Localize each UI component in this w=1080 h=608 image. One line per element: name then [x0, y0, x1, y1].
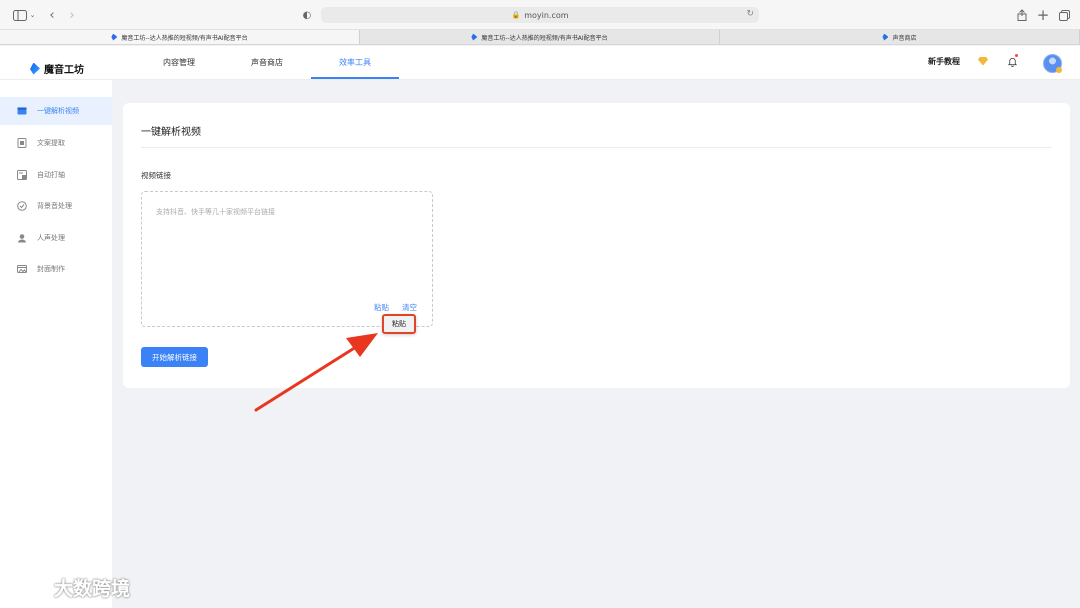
- avatar[interactable]: [1043, 54, 1062, 73]
- sidebar-item-label: 自动打轴: [37, 171, 65, 179]
- sidebar-item-cover-design[interactable]: 封面制作: [0, 255, 112, 283]
- back-icon[interactable]: ‹: [45, 6, 59, 24]
- video-icon: [17, 106, 27, 116]
- logo-text: 魔音工坊: [44, 65, 84, 76]
- clear-link[interactable]: 清空: [402, 302, 417, 313]
- divider: [141, 147, 1052, 148]
- music-icon: [17, 201, 27, 211]
- sidebar-item-label: 一键解析视频: [37, 107, 79, 115]
- new-tab-icon[interactable]: +: [1036, 6, 1050, 24]
- nav-item-content-management[interactable]: 内容管理: [135, 46, 223, 79]
- video-link-label: 视频链接: [141, 171, 171, 180]
- paste-context-menu-item[interactable]: 粘贴: [382, 314, 416, 334]
- sidebar-item-background-audio[interactable]: 背景音处理: [0, 192, 112, 220]
- privacy-shield-icon[interactable]: ◐: [300, 6, 314, 24]
- lock-icon: 🔒: [511, 11, 521, 19]
- url-text: moyin.com: [524, 10, 569, 20]
- browser-tab[interactable]: 魔音工坊--达人热推的短视频/有声书AI配音平台: [0, 30, 360, 44]
- start-parse-button[interactable]: 开始解析链接: [141, 347, 208, 367]
- paste-link[interactable]: 粘贴: [374, 302, 389, 313]
- sidebar-item-voice-processing[interactable]: 人声处理: [0, 224, 112, 252]
- timeline-icon: [17, 170, 27, 180]
- reload-icon[interactable]: ↻: [746, 9, 754, 19]
- app-logo[interactable]: 魔音工坊: [30, 61, 84, 76]
- nav-item-voice-store[interactable]: 声音商店: [223, 46, 311, 79]
- sidebar-item-label: 封面制作: [37, 265, 65, 273]
- browser-tab-bar: 魔音工坊--达人热推的短视频/有声书AI配音平台 魔音工坊--达人热推的短视频/…: [0, 30, 1080, 45]
- share-icon[interactable]: [1015, 6, 1029, 24]
- browser-tab[interactable]: 声音商店: [720, 30, 1080, 44]
- logo-icon: [30, 62, 40, 75]
- header-actions: 新手教程: [928, 54, 1062, 73]
- document-icon: [17, 138, 27, 148]
- tab-overview-icon[interactable]: [1057, 6, 1071, 24]
- app-header: 魔音工坊 内容管理 声音商店 效率工具 新手教程: [0, 46, 1080, 80]
- input-placeholder: 支持抖音、快手等几十家视频平台链接: [156, 208, 275, 216]
- tutorial-link[interactable]: 新手教程: [928, 56, 960, 67]
- parse-video-card: 一键解析视频 视频链接 支持抖音、快手等几十家视频平台链接 粘贴 清空 粘贴 开…: [123, 103, 1070, 388]
- browser-toolbar: ⌄ ‹ › ◐ 🔒 moyin.com ↻ +: [0, 0, 1080, 30]
- sidebar-item-label: 背景音处理: [37, 202, 72, 210]
- image-icon: [17, 264, 27, 274]
- favicon-icon: [471, 33, 478, 41]
- browser-tab[interactable]: 魔音工坊--达人热推的短视频/有声书AI配音平台: [360, 30, 720, 44]
- sidebar-item-text-extract[interactable]: 文案提取: [0, 129, 112, 157]
- bell-icon[interactable]: [1006, 54, 1018, 67]
- top-nav: 内容管理 声音商店 效率工具: [135, 46, 399, 79]
- sidebar-item-label: 文案提取: [37, 139, 65, 147]
- diamond-icon[interactable]: [978, 56, 988, 66]
- sidebar-item-auto-timeline[interactable]: 自动打轴: [0, 161, 112, 189]
- person-icon: [17, 233, 27, 243]
- watermark-logo-icon: [10, 578, 48, 597]
- sidebar: 一键解析视频 文案提取 自动打轴 背景音处理 人声处理 封面制作: [0, 80, 112, 608]
- sidebar-item-parse-video[interactable]: 一键解析视频: [0, 97, 112, 125]
- sidebar-item-label: 人声处理: [37, 234, 65, 242]
- page-title: 一键解析视频: [141, 127, 201, 138]
- nav-item-efficiency-tools[interactable]: 效率工具: [311, 46, 399, 79]
- browser-tab-label: 声音商店: [892, 34, 917, 42]
- browser-tab-label: 魔音工坊--达人热推的短视频/有声书AI配音平台: [481, 34, 608, 42]
- notification-dot: [1015, 54, 1018, 57]
- favicon-icon: [882, 33, 889, 41]
- watermark: 大数跨境: [8, 574, 130, 601]
- browser-tab-label: 魔音工坊--达人热推的短视频/有声书AI配音平台: [121, 34, 248, 42]
- video-link-input[interactable]: 支持抖音、快手等几十家视频平台链接 粘贴 清空: [141, 191, 433, 327]
- watermark-text: 大数跨境: [54, 578, 131, 600]
- sidebar-toggle-icon[interactable]: ⌄: [10, 6, 38, 24]
- address-bar[interactable]: 🔒 moyin.com ↻: [321, 7, 759, 23]
- favicon-icon: [111, 33, 118, 41]
- forward-icon[interactable]: ›: [65, 6, 79, 24]
